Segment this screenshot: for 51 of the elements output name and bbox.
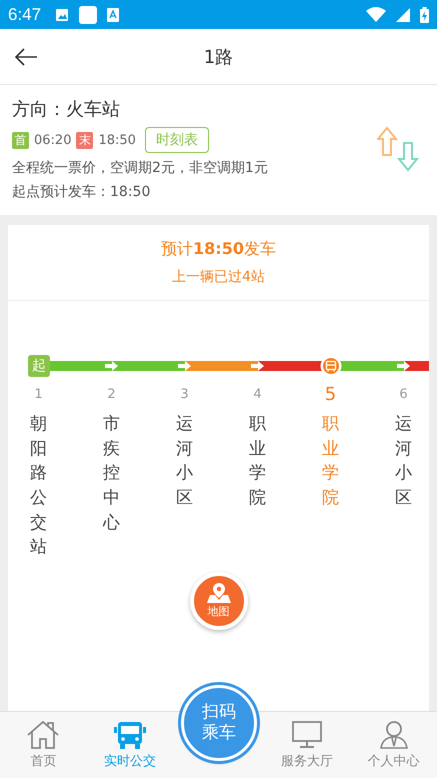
station-item[interactable]: 1 朝阳路公交站	[8, 386, 75, 560]
page-title: 1路	[202, 46, 234, 68]
nav-tab[interactable]: 首页	[0, 720, 87, 770]
station-name: 运河小区	[395, 413, 412, 510]
map-pin-icon	[206, 582, 232, 604]
arrow-icon	[396, 361, 410, 371]
station-item[interactable]: 3 运河小区	[148, 386, 221, 560]
back-arrow-icon[interactable]	[14, 48, 38, 66]
start-badge: 起	[28, 355, 50, 377]
keyboard-icon	[107, 8, 120, 22]
signal-icon	[396, 8, 410, 22]
station-name: 市疾控中心	[103, 413, 120, 535]
station-item[interactable]: 4 职业学院	[221, 386, 294, 560]
arrow-icon	[104, 361, 118, 371]
station-name: 职业学院	[249, 413, 266, 510]
station-number: 5	[324, 386, 336, 404]
direction-text: 方向：火车站	[12, 98, 121, 121]
scan-ride-button[interactable]: 扫码乘车	[181, 685, 257, 761]
nav-tab[interactable]: 实时公交	[86, 720, 174, 770]
image-icon	[55, 8, 70, 22]
station-item[interactable]: 5 职业学院	[294, 386, 367, 560]
station-name: 朝阳路公交站	[30, 413, 47, 560]
monitor-icon	[290, 720, 324, 750]
timetable-button[interactable]: 时刻表	[144, 127, 209, 153]
home-icon	[26, 720, 60, 750]
previous-bus-text: 上一辆已过4站	[171, 268, 266, 286]
last-bus-tag: 末	[76, 132, 94, 148]
station-number: 1	[34, 386, 43, 404]
wifi-icon	[366, 7, 386, 22]
station-number: 4	[253, 386, 262, 404]
station-number: 6	[399, 386, 408, 404]
status-time: 6:47	[8, 4, 42, 24]
departure-estimate: 预计18:50发车	[160, 239, 277, 260]
battery-icon	[420, 6, 429, 22]
first-bus-time: 06:20	[34, 132, 72, 148]
nav-tab[interactable]: 服务大厅	[264, 720, 350, 770]
arrow-icon	[178, 361, 192, 371]
arrow-icon	[250, 361, 264, 371]
first-bus-tag: 首	[12, 132, 29, 148]
station-number: 3	[180, 386, 189, 404]
fare-text: 全程统一票价，空调期2元，非空调期1元	[12, 159, 269, 177]
station-name: 职业学院	[322, 413, 339, 510]
last-bus-time: 18:50	[98, 132, 136, 148]
station-name: 运河小区	[176, 413, 193, 510]
station-item[interactable]: 6 运河小区	[367, 386, 429, 560]
nav-tab[interactable]: 个人中心	[350, 720, 437, 770]
square-icon	[79, 6, 98, 24]
bus-icon	[113, 720, 148, 750]
departure-text: 起点预计发车：18:50	[12, 183, 152, 201]
station-item[interactable]: 2 市疾控中心	[75, 386, 148, 560]
station-number: 2	[107, 386, 116, 404]
